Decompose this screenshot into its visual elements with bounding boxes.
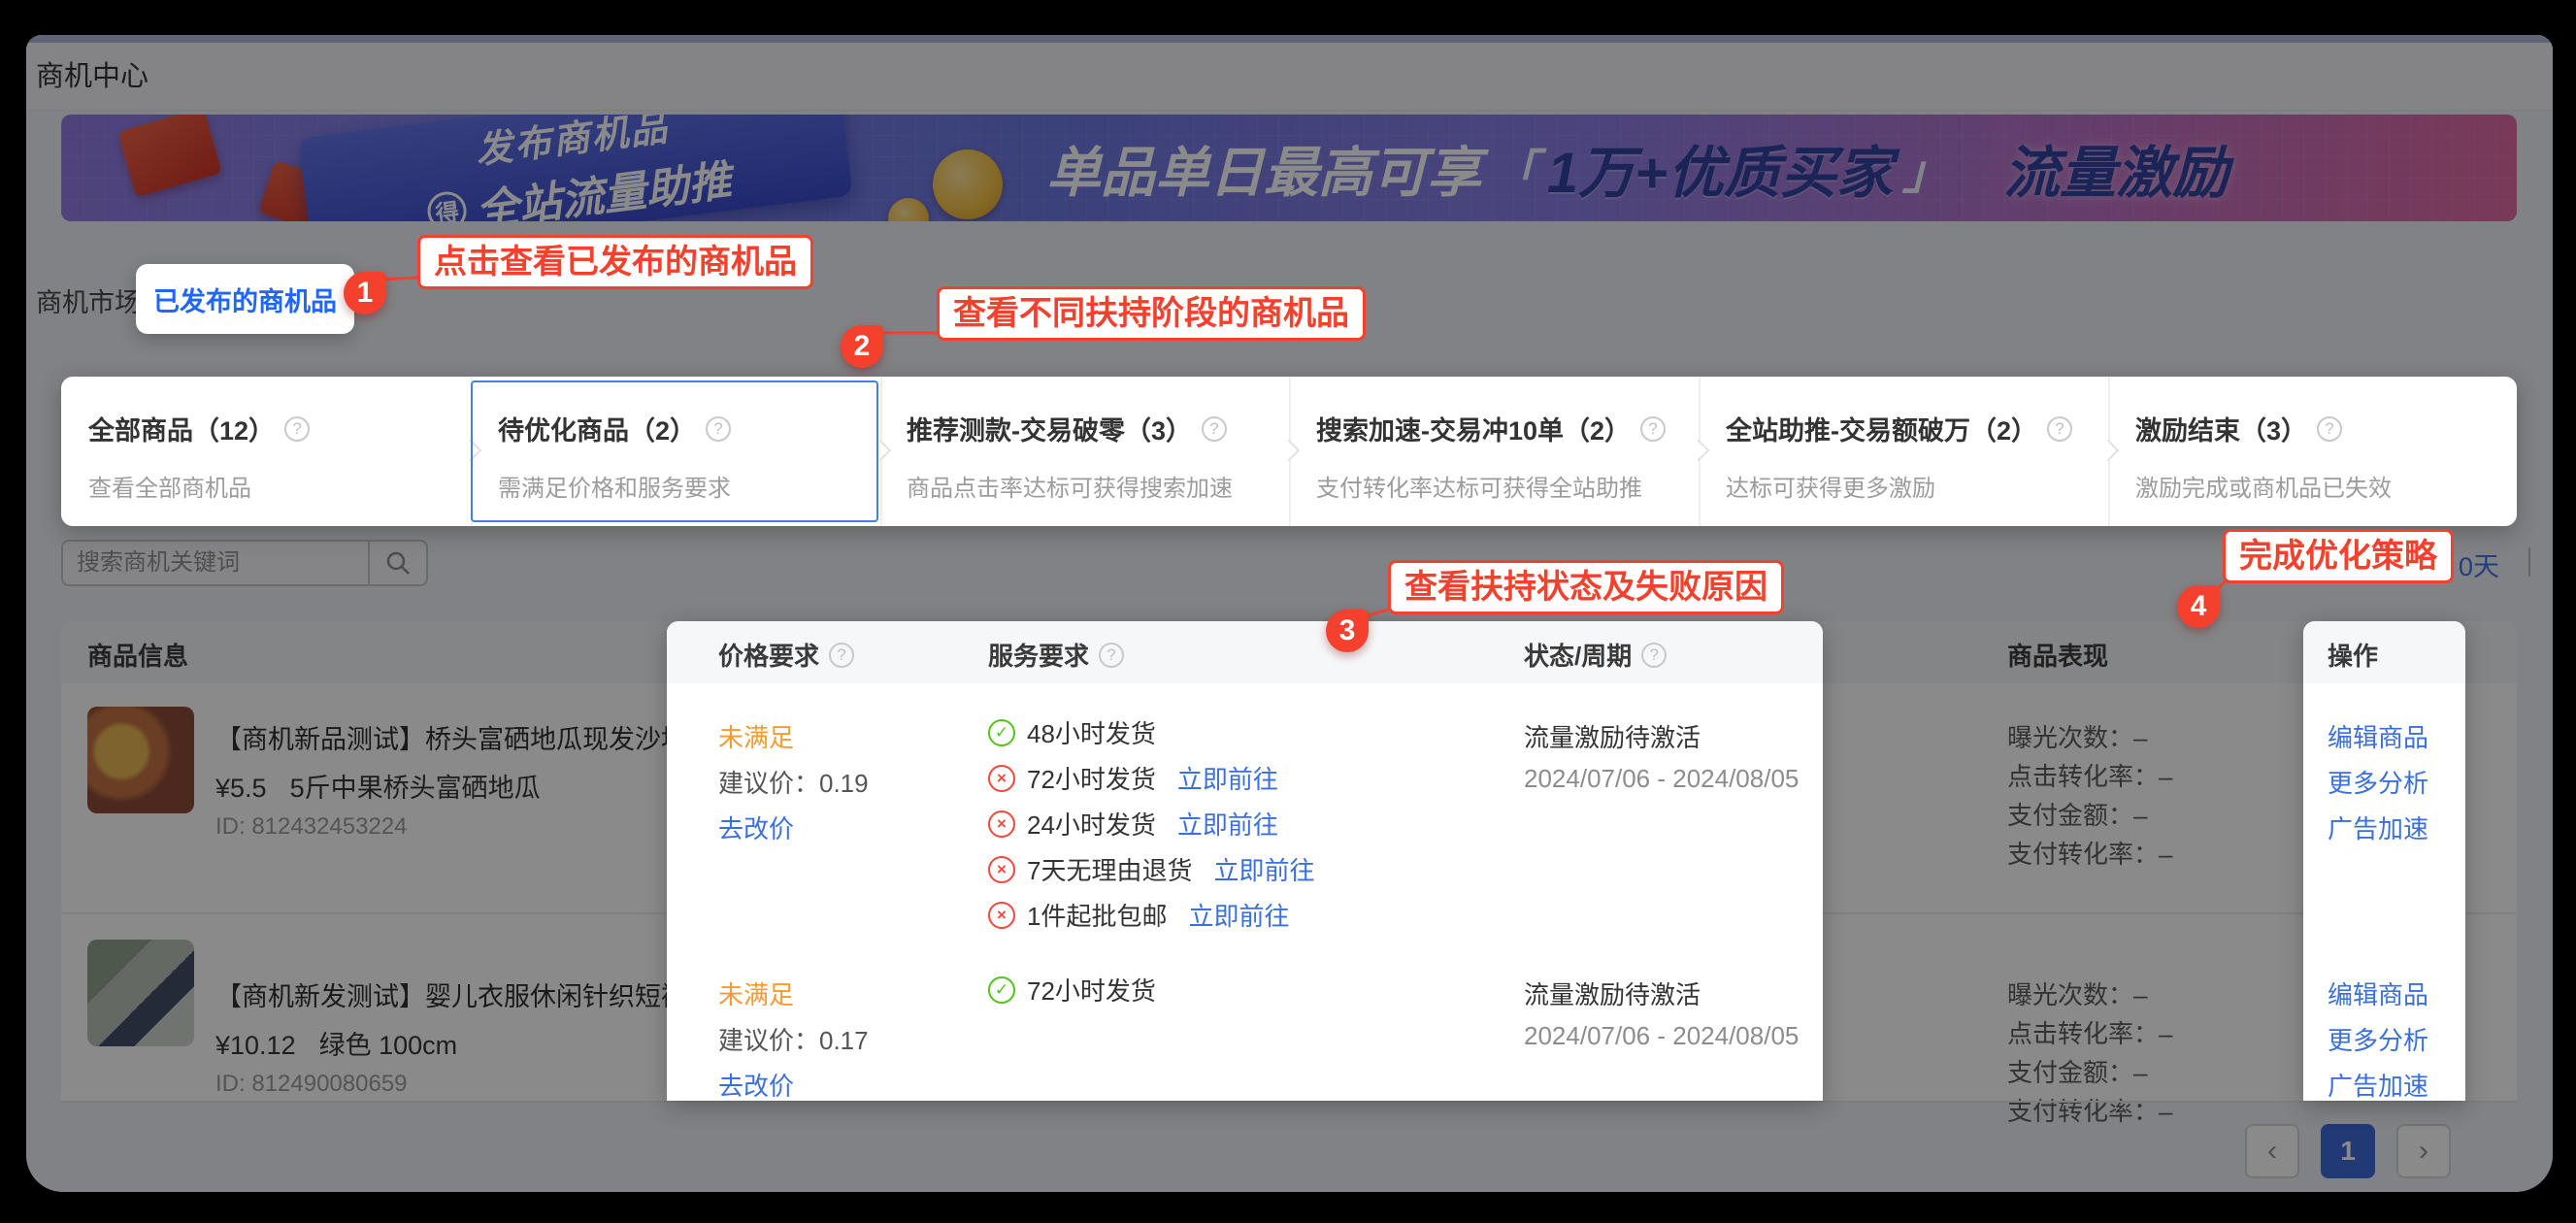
cross-circle-icon: ×	[988, 856, 1015, 883]
tour-step-label-1: 点击查看已发布的商机品	[417, 235, 813, 289]
screenshot-stage: 商机中心 发布商机品 得 全站流量助推 单品单日最高可享 「 1万+优质买家 」…	[0, 0, 2576, 1223]
incentive-status: 流量激励待激活	[1524, 975, 1701, 1011]
change-price-link[interactable]: 去改价	[718, 1067, 794, 1103]
service-item: × 24小时发货 立即前往	[988, 806, 1278, 842]
edit-product-link[interactable]: 编辑商品	[2328, 975, 2428, 1011]
stage-card-to-optimize[interactable]: 待优化商品（2）? 需满足价格和服务要求	[498, 410, 731, 503]
more-analysis-link[interactable]: 更多分析	[2328, 764, 2428, 800]
stage-card-all[interactable]: 全部商品（12）? 查看全部商机品	[88, 410, 310, 503]
help-icon[interactable]: ?	[2047, 416, 2072, 442]
stage-card-title: 推荐测款-交易破零（3）	[907, 410, 1192, 447]
tour-step-badge-2: 2	[841, 325, 883, 368]
stage-card-title: 激励结束（3）	[2135, 410, 2307, 447]
stage-card-desc: 激励完成或商机品已失效	[2135, 469, 2392, 503]
stage-card-ended[interactable]: 激励结束（3）? 激励完成或商机品已失效	[2135, 410, 2392, 503]
stage-card-title: 全部商品（12）	[88, 410, 275, 447]
incentive-period: 2024/07/06 - 2024/08/05	[1524, 764, 1799, 794]
stage-card-search-accel[interactable]: 搜索加速-交易冲10单（2）? 支付转化率达标可获得全站助推	[1316, 410, 1666, 503]
help-icon[interactable]: ?	[1640, 416, 1666, 442]
stage-card-title: 全站助推-交易额破万（2）	[1726, 410, 2037, 447]
col-header-status: 状态/周期?	[1524, 637, 1667, 673]
go-now-link[interactable]: 立即前往	[1177, 760, 1278, 796]
ad-accelerate-link[interactable]: 广告加速	[2328, 1067, 2428, 1103]
check-circle-icon: ✓	[988, 976, 1015, 1004]
price-status: 未满足	[718, 718, 794, 754]
service-item: ✓ 48小时发货	[988, 714, 1156, 750]
ad-accelerate-link[interactable]: 广告加速	[2328, 810, 2428, 845]
col-header-price-req: 价格要求?	[718, 637, 854, 673]
change-price-link[interactable]: 去改价	[718, 810, 794, 845]
tab-published[interactable]: 已发布的商机品	[136, 264, 354, 334]
tour-step-badge-3: 3	[1326, 610, 1369, 652]
service-item: × 1件起批包邮 立即前往	[988, 897, 1289, 933]
col-header-service-req: 服务要求?	[988, 637, 1124, 673]
chevron-right-icon	[1688, 440, 1710, 462]
stage-filter-panel: 全部商品（12）? 查看全部商机品 待优化商品（2）? 需满足价格和服务要求 推…	[61, 377, 2517, 526]
help-icon[interactable]: ?	[829, 643, 854, 668]
go-now-link[interactable]: 立即前往	[1188, 897, 1289, 933]
help-icon[interactable]: ?	[1099, 643, 1124, 668]
stage-card-desc: 商品点击率达标可获得搜索加速	[907, 469, 1233, 503]
help-icon[interactable]: ?	[1202, 416, 1227, 442]
more-analysis-link[interactable]: 更多分析	[2328, 1021, 2428, 1057]
stage-card-desc: 达标可获得更多激励	[1726, 469, 2072, 503]
help-icon[interactable]: ?	[2317, 416, 2342, 442]
stage-card-test[interactable]: 推荐测款-交易破零（3）? 商品点击率达标可获得搜索加速	[907, 410, 1233, 503]
tour-step-label-4: 完成优化策略	[2223, 529, 2454, 583]
cross-circle-icon: ×	[988, 902, 1015, 929]
action-panel: 操作 编辑商品 更多分析 广告加速 编辑商品 更多分析 广告加速	[2303, 621, 2465, 1101]
service-item: × 72小时发货 立即前往	[988, 760, 1278, 796]
stage-card-desc: 需满足价格和服务要求	[498, 469, 731, 503]
tour-step-badge-1: 1	[344, 272, 386, 314]
service-item: × 7天无理由退货 立即前往	[988, 851, 1314, 887]
tour-step-label-3: 查看扶持状态及失败原因	[1388, 560, 1784, 614]
stage-card-title: 待优化商品（2）	[498, 410, 696, 447]
check-circle-icon: ✓	[988, 719, 1015, 746]
stage-card-desc: 查看全部商机品	[88, 469, 310, 503]
app-window: 商机中心 发布商机品 得 全站流量助推 单品单日最高可享 「 1万+优质买家 」…	[26, 35, 2553, 1192]
help-icon[interactable]: ?	[284, 416, 310, 442]
incentive-period: 2024/07/06 - 2024/08/05	[1524, 1021, 1799, 1051]
requirements-panel: 价格要求? 服务要求? 状态/周期? 未满足 建议价：0.19 去改价 ✓ 48…	[667, 621, 1823, 1101]
incentive-status: 流量激励待激活	[1524, 718, 1701, 754]
help-icon[interactable]: ?	[706, 416, 731, 442]
suggested-price: 建议价：0.19	[718, 764, 869, 800]
go-now-link[interactable]: 立即前往	[1213, 851, 1314, 887]
edit-product-link[interactable]: 编辑商品	[2328, 718, 2428, 754]
cross-circle-icon: ×	[988, 765, 1015, 792]
price-status: 未满足	[718, 975, 794, 1011]
tour-step-badge-4: 4	[2177, 585, 2220, 628]
help-icon[interactable]: ?	[1641, 643, 1667, 668]
stage-card-boost[interactable]: 全站助推-交易额破万（2）? 达标可获得更多激励	[1726, 410, 2072, 503]
chevron-right-icon	[1278, 440, 1301, 462]
stage-card-desc: 支付转化率达标可获得全站助推	[1316, 469, 1666, 503]
chevron-right-icon	[2097, 440, 2120, 462]
col-header-action: 操作	[2328, 637, 2378, 673]
service-item: ✓ 72小时发货	[988, 972, 1156, 1008]
go-now-link[interactable]: 立即前往	[1177, 806, 1278, 842]
stage-card-title: 搜索加速-交易冲10单（2）	[1316, 410, 1631, 447]
cross-circle-icon: ×	[988, 810, 1015, 838]
suggested-price: 建议价：0.17	[718, 1021, 869, 1057]
tour-step-label-2: 查看不同扶持阶段的商机品	[937, 286, 1366, 341]
